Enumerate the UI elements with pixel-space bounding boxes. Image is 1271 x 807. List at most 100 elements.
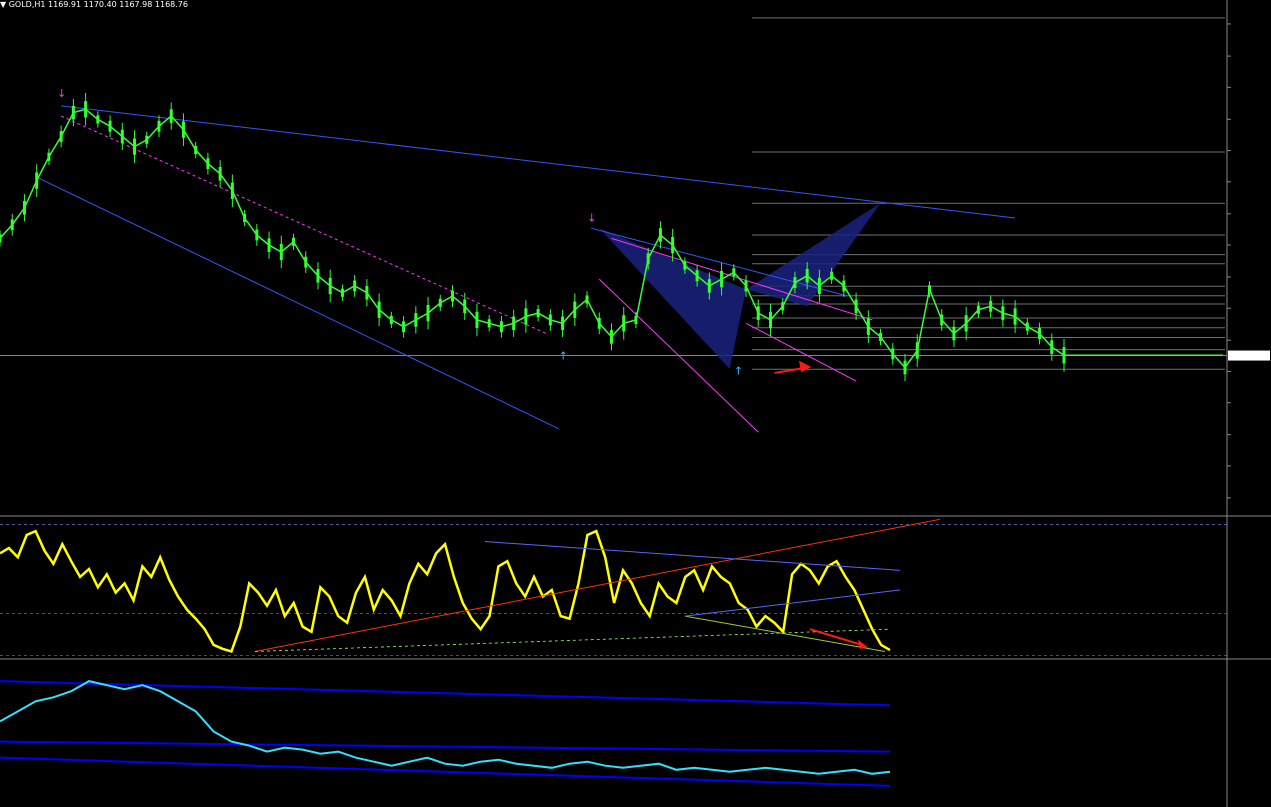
candle-body (597, 317, 601, 329)
candle-body (316, 268, 320, 283)
candle-body (805, 268, 809, 283)
candle-body (10, 219, 14, 231)
band-middle (0, 740, 891, 753)
candle-body (340, 288, 344, 297)
chart-svg[interactable]: ↓ ↑ ↓ ↑ (0, 0, 1271, 807)
candle-body (451, 290, 455, 302)
candle-body (548, 314, 552, 326)
candle-body (793, 277, 797, 288)
candle-body (120, 129, 124, 144)
candle-body (561, 316, 565, 331)
candle-body (585, 295, 589, 304)
candle-body (194, 145, 198, 155)
candle-body (169, 109, 173, 123)
candle-body (952, 326, 956, 341)
candle-body (634, 315, 638, 325)
candle-body (1062, 347, 1066, 364)
candle-body (695, 270, 699, 282)
candle-body (903, 360, 907, 375)
band-upper (0, 680, 891, 707)
candle-body (304, 256, 308, 268)
candle-body (891, 348, 895, 360)
candle-body (230, 182, 234, 199)
candle-body (683, 261, 687, 270)
wave-marker-arrow: ↑ (734, 364, 743, 377)
candle-body (35, 172, 39, 189)
candle-body (573, 301, 577, 318)
candle-body (438, 298, 442, 308)
candle-body (267, 238, 271, 252)
red-arrow-head (799, 360, 812, 373)
candle-body (866, 318, 870, 335)
candle-body (292, 237, 296, 246)
rsi-red-arrow-head (858, 639, 868, 649)
candle-body (512, 316, 516, 331)
candle-body (842, 280, 846, 292)
candle-body (71, 105, 75, 120)
candle-body (1013, 308, 1017, 325)
candle-body (402, 321, 406, 333)
candle-body (964, 315, 968, 332)
candle-body (157, 120, 161, 132)
candle-body (1001, 306, 1005, 320)
candle-body (133, 138, 137, 155)
candle-body (830, 271, 834, 280)
candle-body (756, 306, 760, 320)
candle-body (426, 304, 430, 322)
trend-line (745, 322, 857, 382)
candle-body (732, 268, 736, 277)
wave-marker-arrow: ↓ (57, 87, 66, 100)
band-price-line (0, 680, 891, 775)
candle-body (1050, 340, 1054, 354)
candle-body (181, 121, 185, 138)
candle-body (817, 277, 821, 295)
candle-body (145, 135, 149, 144)
last-price-box (1228, 350, 1270, 361)
wave-marker-arrow: ↓ (587, 211, 596, 224)
candle-body (389, 315, 393, 325)
candle-body (96, 115, 100, 124)
candle-body (781, 302, 785, 311)
candle-body (671, 237, 675, 254)
candle-body (353, 280, 357, 292)
candle-body (377, 301, 381, 318)
candle-body (463, 299, 467, 314)
candle-body (622, 315, 626, 332)
candle-body (414, 313, 418, 327)
candle-body (976, 305, 980, 314)
candle-body (243, 213, 247, 223)
candle-body (218, 167, 222, 181)
candle-body (927, 285, 931, 294)
candle-body (879, 332, 883, 342)
trend-line (61, 105, 1016, 219)
rsi-trend-line (684, 589, 901, 617)
candle-body (989, 300, 993, 312)
rsi-series-line (0, 529, 891, 654)
candle-body (84, 101, 88, 118)
candle-body (1025, 322, 1029, 331)
candle-body (1038, 328, 1042, 339)
band-lower (0, 756, 891, 787)
candle-body (59, 130, 63, 142)
candle-body (854, 299, 858, 314)
candle-body (365, 285, 369, 300)
candle-body (0, 234, 2, 243)
candle-body (744, 280, 748, 292)
rsi-trend-line (254, 628, 891, 652)
candle-body (524, 308, 528, 325)
candle-body (707, 279, 711, 293)
candle-body (940, 314, 944, 326)
candle-body (768, 311, 772, 329)
candle-body (536, 309, 540, 318)
candle-body (610, 330, 613, 344)
candle-body (206, 158, 210, 170)
candle-body (47, 152, 51, 161)
candle-body (915, 342, 919, 359)
candle-body (646, 253, 650, 265)
candle-body (279, 243, 283, 261)
trend-line (36, 176, 559, 430)
candle-body (22, 200, 26, 215)
rsi-trend-line (254, 518, 941, 652)
candle-body (255, 229, 259, 241)
candle-body (658, 228, 662, 242)
